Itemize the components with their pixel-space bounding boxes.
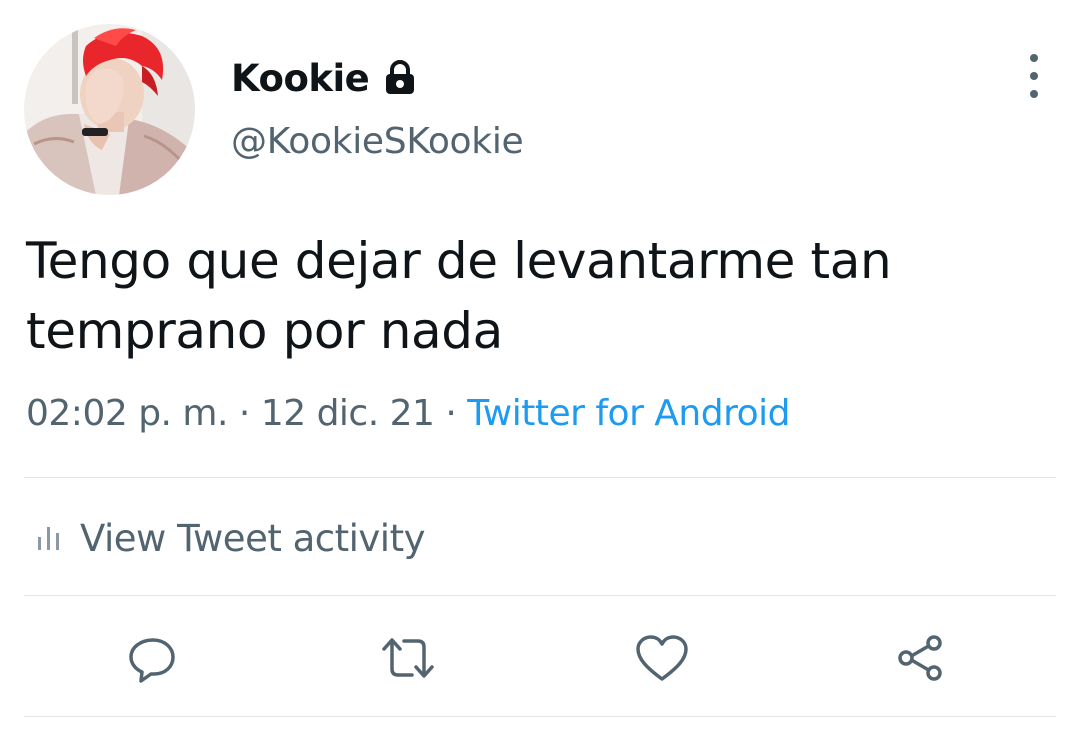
reply-button[interactable] (120, 626, 184, 690)
retweet-button[interactable] (376, 626, 440, 690)
retweet-arrows-icon (382, 638, 434, 678)
meta-separator: · (238, 393, 250, 434)
dot (1030, 90, 1038, 98)
bar-chart-icon (36, 525, 62, 551)
heart-icon (636, 635, 688, 681)
view-tweet-activity-button[interactable]: View Tweet activity (36, 514, 425, 562)
tweet-text: Tengo que dejar de levantarme tan tempra… (26, 226, 1056, 366)
divider (24, 716, 1056, 717)
meta-separator: · (445, 393, 457, 434)
tweet-text-line: temprano por nada (26, 302, 503, 360)
tweet-meta: 02:02 p. m. · 12 dic. 21 · Twitter for A… (26, 393, 790, 434)
divider (24, 477, 1056, 478)
tweet-action-bar (0, 626, 1080, 690)
like-button[interactable] (630, 626, 694, 690)
tweet-source-link[interactable]: Twitter for Android (467, 393, 790, 434)
divider (24, 595, 1056, 596)
tweet-text-line: Tengo que dejar de levantarme tan (26, 232, 892, 290)
display-name[interactable]: Kookie (231, 57, 370, 100)
profile-photo (24, 24, 195, 195)
dot (1030, 54, 1038, 62)
view-tweet-activity-label: View Tweet activity (80, 516, 425, 560)
speech-bubble-icon (129, 638, 175, 683)
tweet-time: 02:02 p. m. (26, 393, 228, 434)
share-button[interactable] (888, 626, 952, 690)
share-nodes-icon (898, 635, 942, 681)
name-row: Kookie (231, 50, 417, 106)
tweet-date: 12 dic. 21 (260, 393, 435, 434)
tweet-detail: Kookie @KookieSKookie Tengo que dejar de… (0, 0, 1080, 734)
more-options-icon[interactable] (1014, 54, 1054, 98)
dot (1030, 72, 1038, 80)
lock-icon (383, 60, 417, 96)
user-handle[interactable]: @KookieSKookie (231, 121, 524, 162)
avatar[interactable] (24, 24, 195, 195)
